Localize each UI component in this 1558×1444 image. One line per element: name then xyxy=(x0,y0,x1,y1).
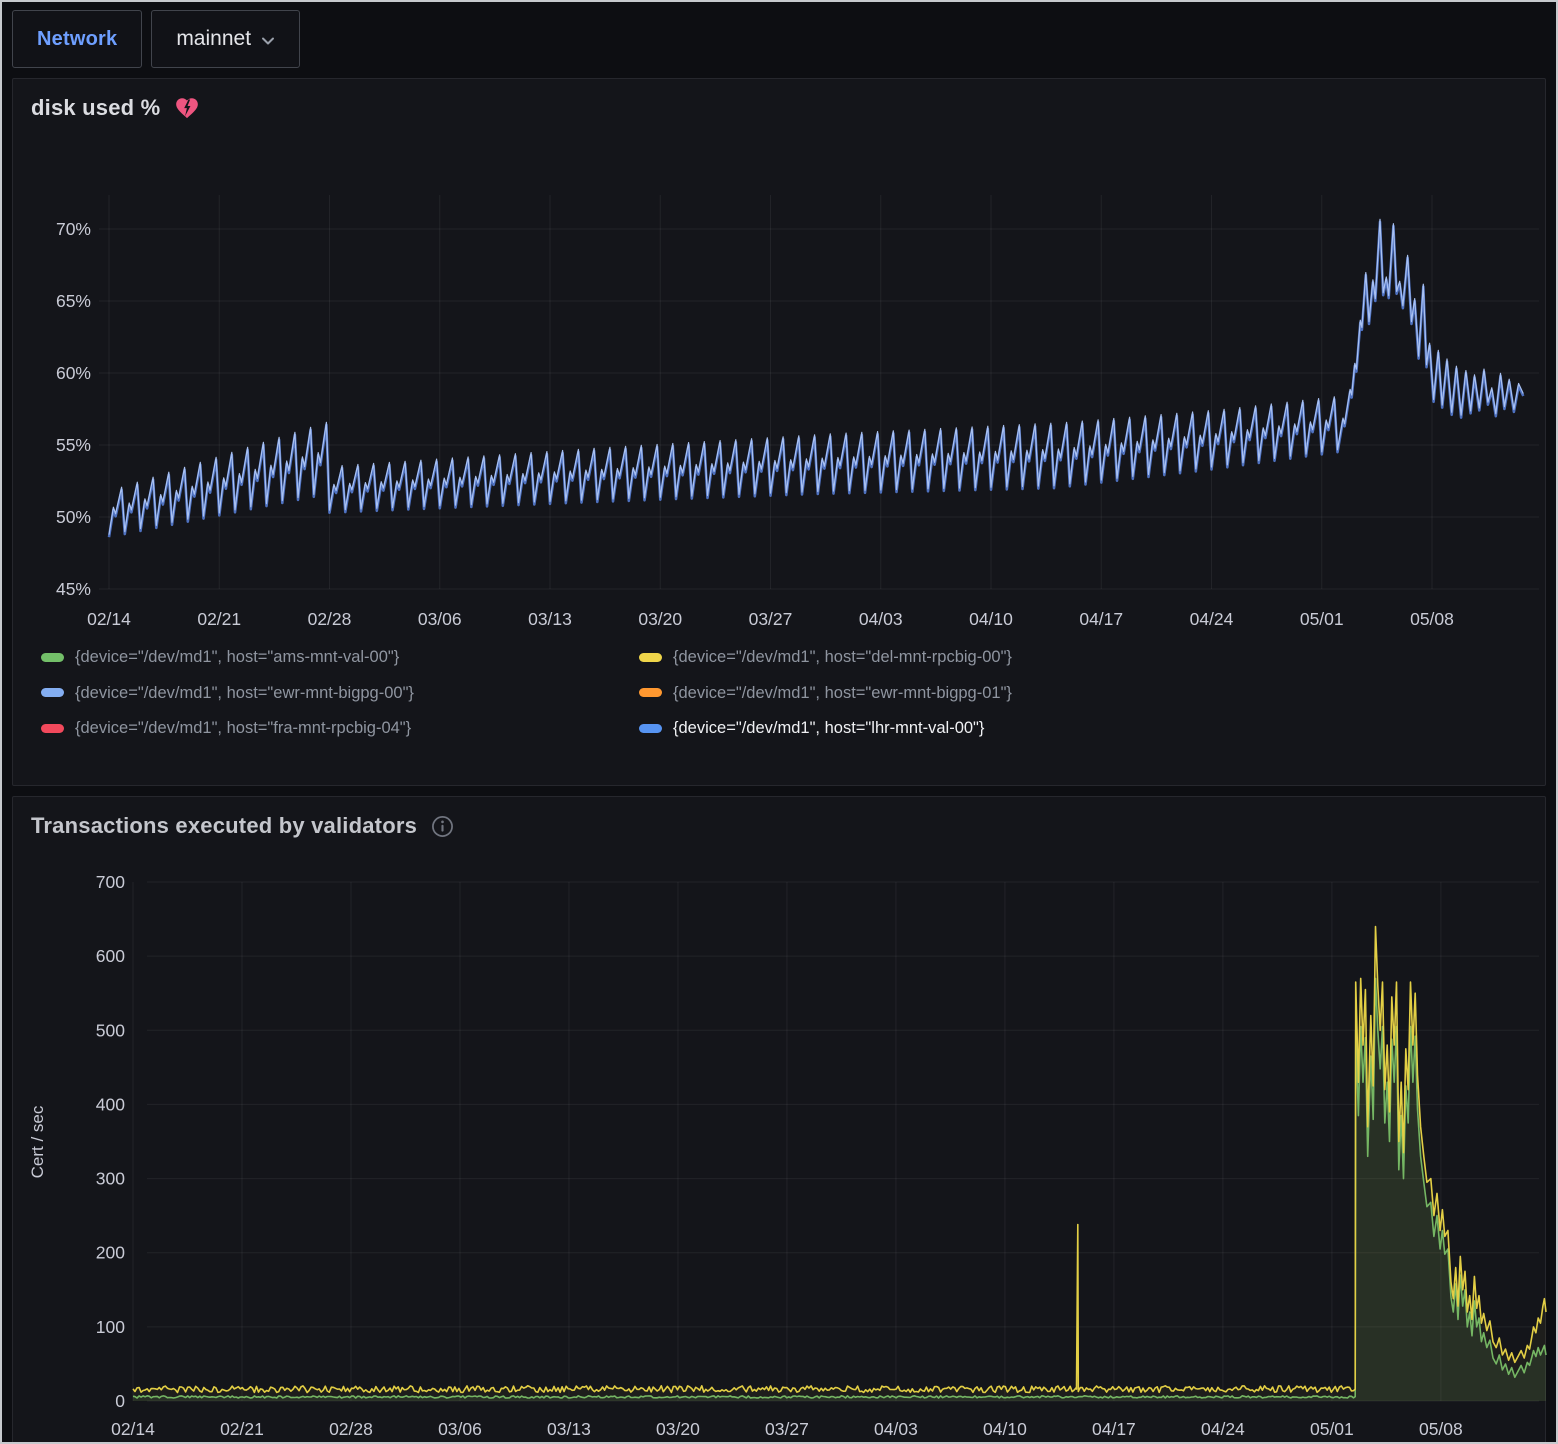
svg-text:02/21: 02/21 xyxy=(197,609,241,629)
gridlines xyxy=(133,882,1539,1401)
svg-text:05/08: 05/08 xyxy=(1410,609,1454,629)
legend-swatch xyxy=(41,688,64,697)
svg-text:05/01: 05/01 xyxy=(1310,1419,1354,1439)
svg-text:04/17: 04/17 xyxy=(1079,609,1123,629)
tx-line-yellow xyxy=(133,927,1546,1393)
svg-text:04/24: 04/24 xyxy=(1190,609,1234,629)
svg-text:04/10: 04/10 xyxy=(983,1419,1027,1439)
svg-text:05/01: 05/01 xyxy=(1300,609,1344,629)
variable-bar: Network mainnet xyxy=(12,10,1546,68)
svg-text:03/13: 03/13 xyxy=(547,1419,591,1439)
legend-item[interactable]: {device="/dev/md1", host="del-mnt-rpcbig… xyxy=(639,649,1545,666)
disk-usage-line xyxy=(109,222,1523,537)
svg-text:50%: 50% xyxy=(56,507,91,527)
svg-text:05/08: 05/08 xyxy=(1419,1419,1463,1439)
svg-text:04/10: 04/10 xyxy=(969,609,1013,629)
network-variable-select[interactable]: mainnet xyxy=(151,10,300,68)
axis-labels: 0 100 200 300 400 500 600 700 02/14 02/21 02/28 03/… xyxy=(96,872,1463,1439)
legend-item-label: {device="/dev/md1", host="ewr-mnt-bigpg-… xyxy=(673,685,1012,702)
chevron-down-icon xyxy=(261,36,275,46)
legend-item[interactable]: {device="/dev/md1", host="lhr-mnt-val-00… xyxy=(639,720,1545,737)
svg-text:100: 100 xyxy=(96,1317,125,1337)
legend-item[interactable]: {device="/dev/md1", host="ewr-mnt-bigpg-… xyxy=(41,685,639,702)
dashboard: Network mainnet disk used % 45% 50% 55% 60%… xyxy=(0,0,1558,1444)
svg-text:700: 700 xyxy=(96,872,125,892)
svg-text:03/06: 03/06 xyxy=(418,609,462,629)
legend-item[interactable]: {device="/dev/md1", host="ams-mnt-val-00… xyxy=(41,649,639,666)
transactions-panel: Transactions executed by validators 0 100… xyxy=(12,796,1546,1444)
tx-area-green xyxy=(133,978,1546,1401)
svg-text:55%: 55% xyxy=(56,435,91,455)
svg-text:04/03: 04/03 xyxy=(874,1419,918,1439)
disk-used-panel-title[interactable]: disk used % xyxy=(31,95,160,121)
legend-item-label: {device="/dev/md1", host="ewr-mnt-bigpg-… xyxy=(75,685,414,702)
svg-text:200: 200 xyxy=(96,1243,125,1263)
svg-text:0: 0 xyxy=(115,1391,125,1411)
svg-text:03/20: 03/20 xyxy=(638,609,682,629)
disk-used-legend: {device="/dev/md1", host="ams-mnt-val-00… xyxy=(13,649,1545,737)
legend-swatch xyxy=(639,653,662,662)
legend-item[interactable]: {device="/dev/md1", host="ewr-mnt-bigpg-… xyxy=(639,685,1545,702)
legend-item[interactable]: {device="/dev/md1", host="fra-mnt-rpcbig… xyxy=(41,720,639,737)
gridlines xyxy=(99,195,1539,589)
tx-line-green xyxy=(133,978,1546,1398)
legend-swatch xyxy=(41,653,64,662)
legend-item-label: {device="/dev/md1", host="lhr-mnt-val-00… xyxy=(673,720,984,737)
disk-used-panel: disk used % 45% 50% 55% 60% 65% 70% 02/14 02/21… xyxy=(12,78,1546,786)
network-variable-box: Network xyxy=(12,10,142,68)
disk-used-chart[interactable]: 45% 50% 55% 60% 65% 70% 02/14 02/21 02/28 03/06 03… xyxy=(13,129,1549,641)
svg-text:500: 500 xyxy=(96,1020,125,1040)
svg-text:02/28: 02/28 xyxy=(308,609,352,629)
svg-text:04/24: 04/24 xyxy=(1201,1419,1245,1439)
y-axis-label: Cert / sec xyxy=(28,1105,47,1178)
axis-labels: 45% 50% 55% 60% 65% 70% 02/14 02/21 02/28 03/06 03… xyxy=(56,219,1454,629)
disk-used-panel-header: disk used % xyxy=(13,79,1545,129)
svg-text:04/03: 04/03 xyxy=(859,609,903,629)
svg-text:03/06: 03/06 xyxy=(438,1419,482,1439)
info-icon[interactable] xyxy=(431,815,454,838)
legend-item-label: {device="/dev/md1", host="fra-mnt-rpcbig… xyxy=(75,720,411,737)
svg-text:02/14: 02/14 xyxy=(87,609,131,629)
svg-text:03/27: 03/27 xyxy=(749,609,793,629)
svg-text:02/21: 02/21 xyxy=(220,1419,264,1439)
svg-text:300: 300 xyxy=(96,1169,125,1189)
legend-item-label: {device="/dev/md1", host="del-mnt-rpcbig… xyxy=(673,649,1012,666)
svg-text:03/20: 03/20 xyxy=(656,1419,700,1439)
svg-text:03/13: 03/13 xyxy=(528,609,572,629)
network-variable-value: mainnet xyxy=(176,27,251,51)
legend-item-label: {device="/dev/md1", host="ams-mnt-val-00… xyxy=(75,649,399,666)
svg-text:02/14: 02/14 xyxy=(111,1419,155,1439)
svg-text:03/27: 03/27 xyxy=(765,1419,809,1439)
legend-swatch xyxy=(639,688,662,697)
legend-swatch xyxy=(41,724,64,733)
transactions-chart[interactable]: 0 100 200 300 400 500 600 700 02/14 02/21 02/28 03/… xyxy=(13,847,1549,1443)
transactions-panel-header: Transactions executed by validators xyxy=(13,797,1545,847)
svg-text:600: 600 xyxy=(96,946,125,966)
broken-heart-icon xyxy=(174,95,200,121)
tx-area-yellow xyxy=(133,927,1546,1402)
svg-text:400: 400 xyxy=(96,1094,125,1114)
svg-text:02/28: 02/28 xyxy=(329,1419,373,1439)
svg-text:70%: 70% xyxy=(56,219,91,239)
svg-text:45%: 45% xyxy=(56,579,91,599)
svg-text:65%: 65% xyxy=(56,291,91,311)
network-variable-label: Network xyxy=(37,28,117,51)
legend-swatch xyxy=(639,724,662,733)
svg-text:04/17: 04/17 xyxy=(1092,1419,1136,1439)
svg-text:60%: 60% xyxy=(56,363,91,383)
transactions-panel-title[interactable]: Transactions executed by validators xyxy=(31,813,417,839)
